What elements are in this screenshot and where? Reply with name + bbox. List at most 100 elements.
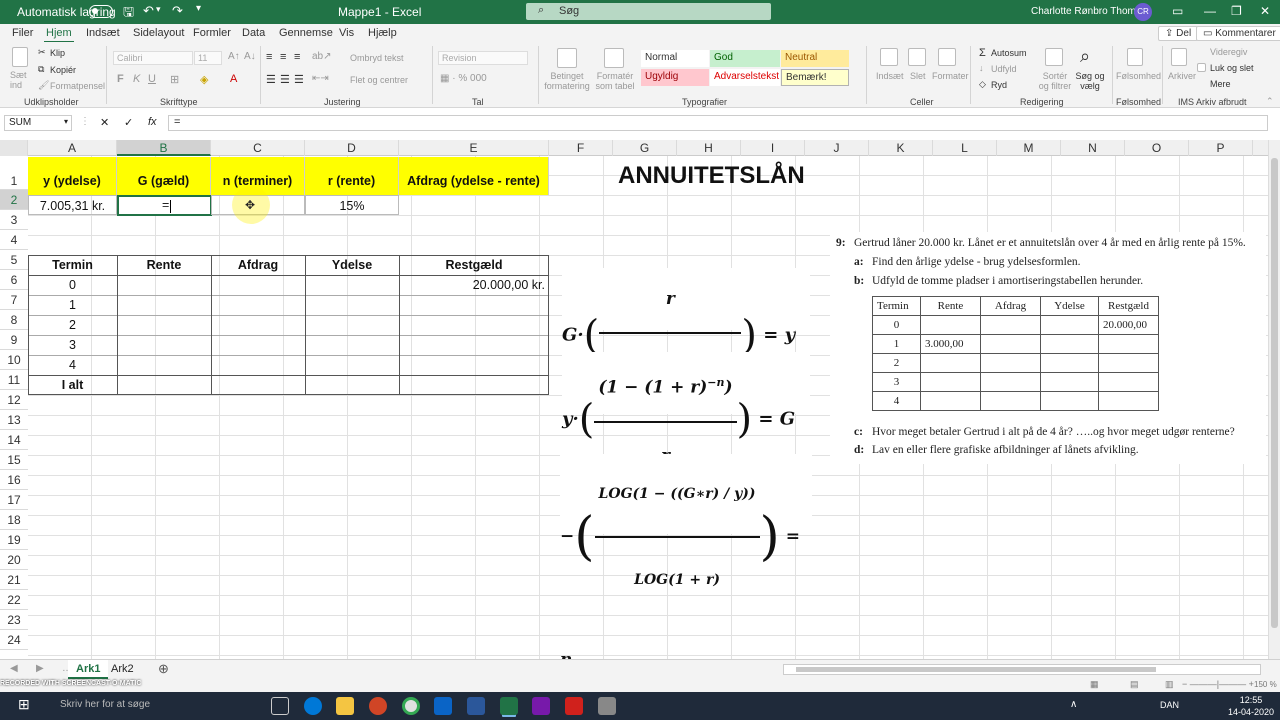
sensitivity-icon[interactable] (1127, 48, 1143, 66)
wrap-text-button[interactable]: Ombryd tekst (350, 53, 404, 63)
row-header[interactable]: 9 (0, 330, 28, 350)
zoom-slider[interactable]: − ———|——— + (1182, 679, 1254, 689)
row-header[interactable]: 16 (0, 470, 28, 490)
archive-icon[interactable] (1171, 48, 1187, 66)
row-header[interactable]: 2 (0, 190, 28, 210)
sort-filter-icon[interactable] (1045, 48, 1063, 66)
powerpoint-icon[interactable] (369, 697, 387, 715)
tray-chevron-icon[interactable]: ∧ (1070, 699, 1077, 710)
column-header[interactable]: P (1189, 140, 1253, 156)
copy-icon[interactable]: ⧉ (38, 64, 44, 75)
tab-sidelayout[interactable]: Sidelayout (133, 27, 184, 39)
windows-start-icon[interactable]: ⊞ (18, 696, 30, 713)
cell-a9[interactable]: 3 (28, 335, 117, 355)
style-note[interactable]: Bemærk! (781, 69, 849, 86)
find-select-button[interactable]: Søg og vælg (1073, 71, 1107, 91)
grow-font-icon[interactable]: A↑ (228, 51, 240, 62)
undo-icon[interactable]: ↶ (143, 3, 154, 19)
excel-icon[interactable] (500, 697, 518, 715)
input-language[interactable]: DAN (1160, 700, 1179, 710)
insert-function-icon[interactable]: fx (148, 116, 157, 128)
horizontal-scroll-thumb[interactable] (796, 667, 1156, 672)
row-header[interactable]: 5 (0, 250, 28, 270)
row-header[interactable]: 7 (0, 290, 28, 310)
row-header[interactable]: 15 (0, 450, 28, 470)
horizontal-scrollbar[interactable] (783, 664, 1261, 675)
delete-cells-button[interactable]: Slet (910, 71, 926, 81)
debt-formula-image[interactable]: y·((1 − (1 + r)−n)r) = G (562, 352, 810, 466)
row-header[interactable]: 24 (0, 630, 28, 650)
search-box[interactable]: ⌕ Søg (526, 3, 771, 20)
customize-toolbar-icon[interactable]: ▾ (196, 3, 201, 14)
minimize-icon[interactable]: — (1204, 4, 1216, 18)
acrobat-icon[interactable] (565, 697, 583, 715)
cell-e5[interactable]: Restgæld (399, 255, 549, 275)
close-send-checkbox[interactable] (1197, 63, 1206, 72)
cell-b5[interactable]: Rente (117, 255, 211, 275)
format-painter-icon[interactable]: 🖌 (38, 80, 49, 91)
style-bad[interactable]: Ugyldig (641, 69, 709, 86)
fill-button[interactable]: Udfyld (991, 64, 1017, 74)
merge-center-button[interactable]: Flet og centrer (350, 75, 408, 85)
style-normal[interactable]: Normal (641, 50, 709, 67)
tab-hjem[interactable]: Hjem (44, 27, 74, 43)
cancel-icon[interactable]: ✕ (100, 116, 109, 129)
column-header[interactable]: O (1125, 140, 1189, 156)
page-break-icon[interactable]: ▥ (1165, 679, 1174, 690)
format-table-button[interactable]: Formatér som tabel (590, 71, 640, 91)
cell-a5[interactable]: Termin (28, 255, 117, 275)
cell-a1[interactable]: y (ydelse) (28, 157, 117, 195)
italic-icon[interactable]: K (133, 73, 140, 85)
font-name-select[interactable]: Calibri (113, 51, 193, 65)
active-cell-b2[interactable]: = (117, 195, 212, 216)
tab-data[interactable]: Data (242, 27, 265, 39)
cut-button[interactable]: Klip (50, 48, 65, 58)
column-header[interactable]: L (933, 140, 997, 156)
currency-icon[interactable]: ▦ · % 000 (440, 73, 487, 84)
copy-button[interactable]: Kopiér (50, 65, 76, 75)
avatar[interactable]: CR (1134, 3, 1152, 21)
row-header[interactable]: 14 (0, 430, 28, 450)
row-header[interactable]: 3 (0, 210, 28, 230)
column-header[interactable]: A (28, 140, 117, 156)
format-cells-icon[interactable] (938, 48, 956, 66)
cell-d5[interactable]: Ydelse (305, 255, 399, 275)
sheet-tab-ark2[interactable]: Ark2 (103, 660, 142, 679)
shrink-font-icon[interactable]: A↓ (244, 51, 256, 62)
row-header[interactable]: 20 (0, 550, 28, 570)
sort-filter-button[interactable]: Sortér og filtrer (1038, 71, 1072, 91)
column-header[interactable]: D (305, 140, 399, 156)
restore-icon[interactable]: ❐ (1231, 4, 1242, 18)
taskbar-clock[interactable]: 12:55 14-04-2020 (1228, 694, 1274, 718)
align-middle-icon[interactable]: ≡ (280, 51, 286, 63)
font-color-icon[interactable]: A (230, 73, 237, 85)
row-header[interactable]: 17 (0, 490, 28, 510)
paste-label[interactable]: Sæt ind (10, 70, 34, 90)
conditional-format-button[interactable]: Betinget formatering (542, 71, 592, 91)
tab-indsaet[interactable]: Indsæt (86, 27, 120, 39)
column-header[interactable]: J (805, 140, 869, 156)
align-bottom-icon[interactable]: ≡ (294, 51, 300, 63)
row-header[interactable]: 18 (0, 510, 28, 530)
bold-icon[interactable]: F (117, 73, 124, 85)
row-header[interactable]: 19 (0, 530, 28, 550)
collapse-ribbon-icon[interactable]: ⌃ (1266, 96, 1274, 107)
insert-cells-button[interactable]: Indsæt (876, 71, 904, 81)
column-header[interactable]: N (1061, 140, 1125, 156)
format-cells-button[interactable]: Formater (932, 71, 969, 81)
cell-e6[interactable]: 20.000,00 kr. (399, 275, 545, 295)
autosum-button[interactable]: Autosum (991, 48, 1027, 58)
row-header[interactable]: 23 (0, 610, 28, 630)
column-header[interactable]: M (997, 140, 1061, 156)
cell-b1[interactable]: G (gæld) (117, 157, 211, 195)
term-formula-image[interactable]: −(LOG(1 − ((G∗r) / y))LOG(1 + r)) = n (560, 454, 812, 670)
align-right-icon[interactable]: ☰ (294, 73, 304, 86)
insert-cells-icon[interactable] (880, 48, 898, 66)
conditional-format-icon[interactable] (557, 48, 577, 68)
fill-color-icon[interactable]: ◈ (200, 73, 208, 86)
undo-dropdown-icon[interactable]: ▾ (156, 4, 161, 15)
outlook-icon[interactable] (434, 697, 452, 715)
cut-icon[interactable]: ✂ (38, 47, 46, 58)
clear-icon[interactable]: ◇ (979, 79, 986, 90)
cell-d2[interactable]: 15% (305, 195, 399, 215)
